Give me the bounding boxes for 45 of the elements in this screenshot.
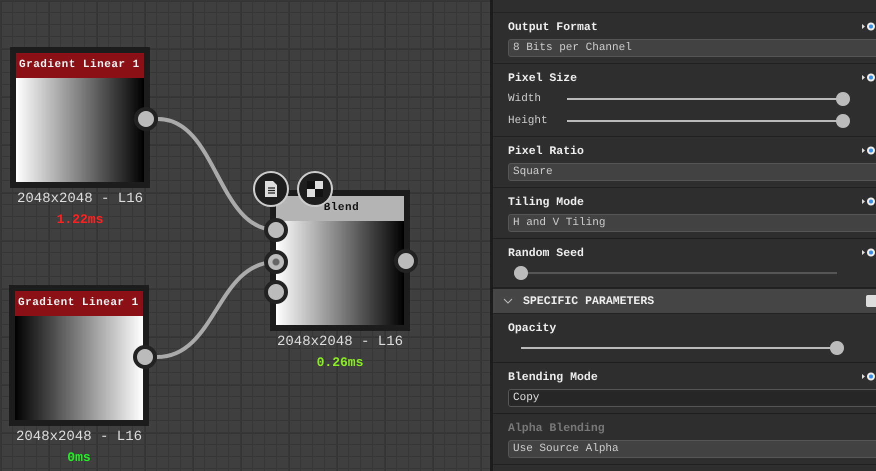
dropdown-field[interactable]: Copy — [508, 389, 876, 407]
timing-label: 0ms — [66, 450, 92, 465]
visibility-icon[interactable] — [862, 196, 876, 208]
output-port[interactable] — [394, 249, 418, 273]
slider-thumb[interactable] — [836, 114, 850, 128]
input-port[interactable] — [264, 218, 288, 242]
visibility-icon[interactable] — [862, 21, 876, 33]
resolution-label: 2048x2048 - L16 — [14, 429, 144, 445]
field-label: Height — [508, 115, 549, 127]
dropdown-field[interactable]: Square — [508, 163, 876, 181]
visibility-icon[interactable] — [862, 145, 876, 157]
input-port[interactable] — [264, 280, 288, 304]
timing-label: 1.22ms — [56, 212, 104, 227]
slider-thumb[interactable] — [836, 92, 850, 106]
slider-thumb[interactable] — [830, 341, 844, 355]
slider-thumb[interactable] — [514, 266, 528, 280]
visibility-icon[interactable] — [862, 72, 876, 84]
dropdown-field[interactable]: 8 Bits per Channel — [508, 39, 876, 57]
parameter-label: Alpha Blending — [508, 422, 605, 434]
node-frame[interactable]: Gradient Linear 1 — [10, 47, 150, 188]
parameter-label: Pixel Ratio — [508, 144, 584, 158]
document-icon[interactable] — [253, 171, 289, 207]
section-header[interactable]: SPECIFIC PARAMETERS — [493, 288, 876, 314]
timing-label: 0.26ms — [316, 355, 364, 370]
parameter-label: Random Seed — [508, 246, 584, 260]
parameter-label: Pixel Size — [508, 72, 578, 84]
output-port[interactable] — [133, 345, 157, 369]
parameter-label: Tiling Mode — [508, 196, 584, 208]
node-frame[interactable]: Blend — [270, 190, 410, 331]
section-title: SPECIFIC PARAMETERS — [523, 294, 656, 308]
node-title: Gradient Linear 1 — [16, 53, 144, 78]
resolution-label: 2048x2048 - L16 — [16, 191, 144, 207]
parameter-label: Output Format — [508, 20, 598, 34]
chevron-down-icon[interactable] — [503, 298, 513, 304]
visibility-icon[interactable] — [862, 247, 876, 259]
node-frame[interactable]: Gradient Linear 1 — [9, 285, 149, 426]
resolution-label: 2048x2048 - L16 — [276, 334, 404, 350]
node-title: Gradient Linear 1 — [15, 291, 143, 316]
input-port[interactable] — [264, 250, 288, 274]
visibility-icon[interactable] — [862, 371, 876, 383]
output-port[interactable] — [134, 107, 158, 131]
field-label: Width — [508, 93, 542, 105]
parameter-label: Opacity — [508, 322, 556, 334]
parameter-label: Blending Mode — [508, 370, 598, 384]
dropdown-field[interactable]: H and V Tiling — [508, 214, 876, 232]
